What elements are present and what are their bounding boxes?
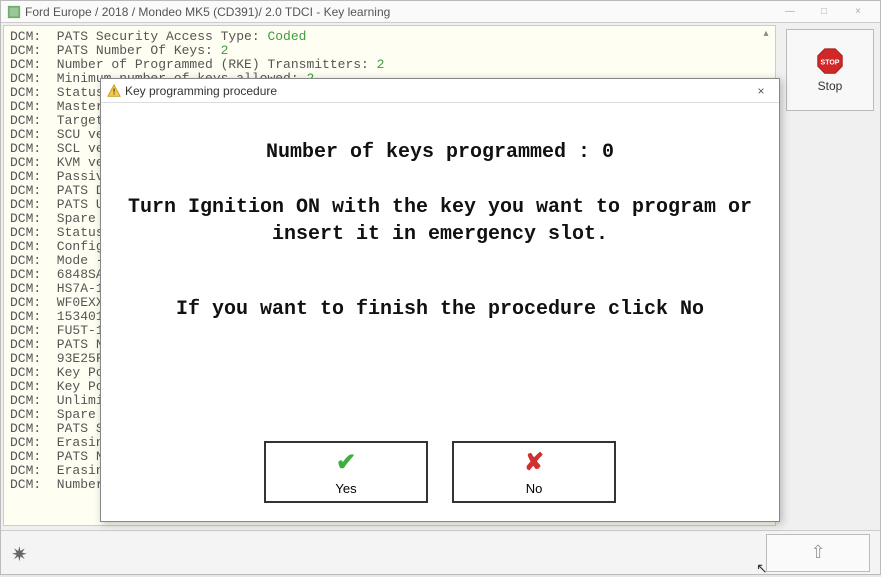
dialog-body: Number of keys programmed : 0 Turn Ignit… (101, 103, 779, 441)
key-programming-dialog: ! Key programming procedure × Number of … (100, 78, 780, 522)
log-value: 2 (377, 57, 385, 72)
dialog-title-bar: ! Key programming procedure × (101, 79, 779, 103)
log-label: DCM: PATS Security Access Type: (10, 29, 267, 44)
dialog-message-keys: Number of keys programmed : 0 (121, 141, 759, 164)
dialog-button-row: ✔ Yes ✘ No (101, 441, 779, 521)
title-bar: Ford Europe / 2018 / Mondeo MK5 (CD391)/… (1, 1, 880, 23)
status-bar: ⇧ (1, 530, 880, 574)
yes-label: Yes (335, 481, 356, 496)
maximize-button[interactable]: □ (808, 3, 840, 21)
app-icon (7, 5, 21, 19)
spinner-icon (11, 542, 33, 564)
side-panel: STOP Stop (780, 23, 880, 528)
no-button[interactable]: ✘ No (452, 441, 616, 503)
dialog-message-finish: If you want to finish the procedure clic… (121, 298, 759, 321)
stop-label: Stop (818, 79, 843, 93)
scroll-up-icon[interactable]: ▴ (759, 28, 773, 42)
dialog-close-button[interactable]: × (749, 82, 773, 100)
minimize-button[interactable]: — (774, 3, 806, 21)
arrow-up-icon: ⇧ (810, 542, 825, 563)
svg-text:STOP: STOP (821, 60, 840, 67)
log-line: DCM: PATS Security Access Type: Coded (10, 30, 769, 44)
log-label: DCM: PATS Number Of Keys: (10, 43, 221, 58)
dialog-title: Key programming procedure (125, 84, 277, 98)
warning-icon: ! (107, 84, 121, 98)
close-button[interactable]: × (842, 3, 874, 21)
yes-button[interactable]: ✔ Yes (264, 441, 428, 503)
no-label: No (526, 481, 543, 496)
log-label: DCM: Number of Programmed (RKE) Transmit… (10, 57, 377, 72)
svg-text:!: ! (113, 87, 116, 96)
up-button[interactable]: ⇧ (766, 534, 870, 572)
x-icon: ✘ (524, 448, 544, 477)
window-title: Ford Europe / 2018 / Mondeo MK5 (CD391)/… (25, 5, 390, 19)
log-line: DCM: PATS Number Of Keys: 2 (10, 44, 769, 58)
log-value: 2 (221, 43, 229, 58)
stop-button[interactable]: STOP Stop (786, 29, 874, 111)
log-line: DCM: Number of Programmed (RKE) Transmit… (10, 58, 769, 72)
check-icon: ✔ (336, 448, 356, 477)
log-value: Coded (267, 29, 306, 44)
stop-sign-icon: STOP (816, 47, 844, 75)
dialog-message-instruction: Turn Ignition ON with the key you want t… (121, 194, 759, 248)
